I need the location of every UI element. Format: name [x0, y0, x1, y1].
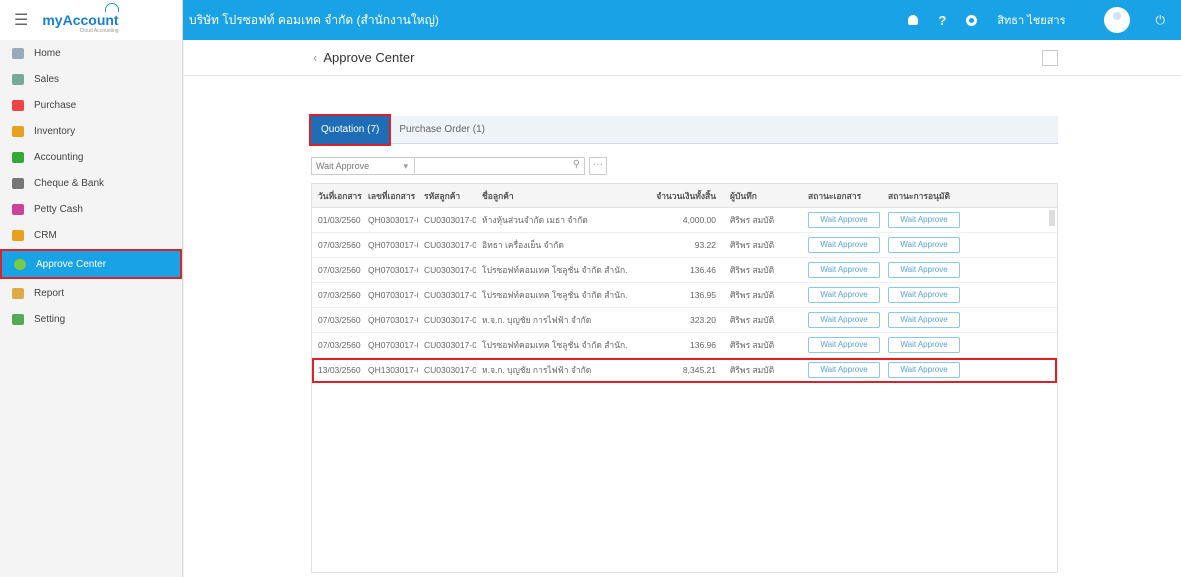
sidebar-item-approve-center[interactable]: Approve Center — [0, 249, 182, 279]
sidebar-item-inventory[interactable]: Inventory — [0, 118, 182, 144]
sidebar-item-sales[interactable]: Sales — [0, 66, 182, 92]
filter-row: Wait Approve ▾ ⚲ ··· — [311, 157, 607, 175]
col-header-approve-status[interactable]: สถานะการอนุมัติ — [882, 189, 962, 203]
table-row[interactable]: 07/03/2560 QH0703017-005 CU0303017-002 โ… — [312, 258, 1057, 283]
logo-subtitle: Cloud Accounting — [79, 28, 119, 34]
crm-icon — [12, 229, 24, 241]
doc-status-badge[interactable]: Wait Approve — [808, 262, 880, 278]
main-content: ‹ Approve Center Quotation (7) Purchase … — [184, 40, 1181, 577]
page-header: ‹ Approve Center — [184, 40, 1181, 76]
more-options-button[interactable]: ··· — [589, 157, 607, 175]
setting-icon — [12, 313, 24, 325]
bank-icon — [12, 177, 24, 189]
approve-status-badge[interactable]: Wait Approve — [888, 212, 960, 228]
sidebar-item-home[interactable]: Home — [0, 40, 182, 66]
back-icon[interactable]: ‹ — [313, 50, 317, 65]
bell-icon[interactable] — [908, 15, 919, 25]
sidebar-item-cheque-bank[interactable]: Cheque & Bank — [0, 170, 182, 196]
menu-icon[interactable]: ☰ — [14, 10, 28, 30]
gear-icon[interactable] — [966, 14, 978, 26]
table-row[interactable]: 07/03/2560 QH0703017-004 CU0303017-003 อ… — [312, 233, 1057, 258]
page-title: Approve Center — [323, 50, 415, 65]
chevron-down-icon: ▾ — [403, 161, 408, 171]
cash-icon — [12, 203, 24, 215]
approve-status-badge[interactable]: Wait Approve — [888, 237, 960, 253]
status-select[interactable]: Wait Approve ▾ — [311, 157, 415, 175]
report-icon — [12, 287, 24, 299]
sidebar-item-petty-cash[interactable]: Petty Cash — [0, 196, 182, 222]
doc-status-badge[interactable]: Wait Approve — [808, 362, 880, 378]
doc-status-badge[interactable]: Wait Approve — [808, 237, 880, 253]
document-tabs: Quotation (7) Purchase Order (1) — [308, 114, 1058, 146]
cart-icon — [12, 99, 24, 111]
home-icon — [12, 47, 24, 59]
app-logo[interactable]: myAccount Cloud Accounting — [42, 3, 119, 34]
table-row-highlighted[interactable]: 13/03/2560 QH1303017-001 CU0303017-001 ห… — [312, 358, 1057, 383]
doc-status-badge[interactable]: Wait Approve — [808, 312, 880, 328]
power-icon[interactable]: ⏻ — [1156, 13, 1166, 28]
table-row[interactable]: 07/03/2560 QH0703017-006 CU0303017-002 โ… — [312, 283, 1057, 308]
sales-icon — [12, 73, 24, 85]
doc-status-badge[interactable]: Wait Approve — [808, 287, 880, 303]
doc-status-badge[interactable]: Wait Approve — [808, 337, 880, 353]
brand-area: ☰ myAccount Cloud Accounting — [0, 0, 183, 40]
tab-purchase-order[interactable]: Purchase Order (1) — [389, 116, 495, 144]
approve-icon — [14, 258, 26, 270]
col-header-date[interactable]: วันที่เอกสาร — [312, 189, 362, 203]
table-row[interactable]: 01/03/2560 QH0303017-005 CU0303017-005 ห… — [312, 208, 1057, 233]
top-right-tools: ? สิทธา ไชยสาร ⏻ — [908, 0, 1181, 40]
help-icon[interactable]: ? — [938, 13, 946, 28]
sidebar-item-report[interactable]: Report — [0, 280, 182, 306]
sidebar-item-accounting[interactable]: Accounting — [0, 144, 182, 170]
col-header-doc-status[interactable]: สถานะเอกสาร — [802, 189, 882, 203]
table-scrollbar[interactable] — [1049, 210, 1055, 226]
search-icon[interactable]: ⚲ — [573, 159, 580, 170]
logo-text: myAccount — [42, 12, 119, 28]
company-name[interactable]: บริษัท โปรซอฟท์ คอมเทค จำกัด (สำนักงานให… — [183, 0, 908, 40]
avatar[interactable] — [1103, 7, 1130, 33]
sidebar-item-crm[interactable]: CRM — [0, 222, 182, 248]
box-icon — [12, 125, 24, 137]
col-header-amount[interactable]: จำนวนเงินทั้งสิ้น — [628, 189, 724, 203]
col-header-user[interactable]: ผู้บันทึก — [724, 189, 802, 203]
col-header-customer-code[interactable]: รหัสลูกค้า — [418, 189, 476, 203]
approve-status-badge[interactable]: Wait Approve — [888, 287, 960, 303]
book-icon — [12, 151, 24, 163]
table-row[interactable]: 07/03/2560 QH0703017-003 CU0303017-002 โ… — [312, 333, 1057, 358]
header-action-button[interactable] — [1042, 50, 1058, 66]
approve-table: วันที่เอกสาร เลขที่เอกสาร รหัสลูกค้า ชื่… — [311, 183, 1058, 573]
table-header: วันที่เอกสาร เลขที่เอกสาร รหัสลูกค้า ชื่… — [312, 184, 1057, 208]
top-bar: ☰ myAccount Cloud Accounting บริษัท โปรซ… — [0, 0, 1181, 40]
sidebar-item-purchase[interactable]: Purchase — [0, 92, 182, 118]
approve-status-badge[interactable]: Wait Approve — [888, 362, 960, 378]
cloud-icon — [104, 3, 119, 12]
table-row[interactable]: 07/03/2560 QH0703017-002 CU0303017-002 ห… — [312, 308, 1057, 333]
sidebar: Home Sales Purchase Inventory Accounting… — [0, 40, 183, 577]
col-header-doc-no[interactable]: เลขที่เอกสาร — [362, 189, 418, 203]
approve-status-badge[interactable]: Wait Approve — [888, 337, 960, 353]
user-name[interactable]: สิทธา ไชยสาร — [997, 11, 1065, 29]
search-input[interactable]: ⚲ — [415, 157, 585, 175]
approve-status-badge[interactable]: Wait Approve — [888, 312, 960, 328]
tab-quotation[interactable]: Quotation (7) — [308, 114, 392, 146]
doc-status-badge[interactable]: Wait Approve — [808, 212, 880, 228]
sidebar-item-setting[interactable]: Setting — [0, 306, 182, 332]
col-header-customer-name[interactable]: ชื่อลูกค้า — [476, 189, 628, 203]
approve-status-badge[interactable]: Wait Approve — [888, 262, 960, 278]
